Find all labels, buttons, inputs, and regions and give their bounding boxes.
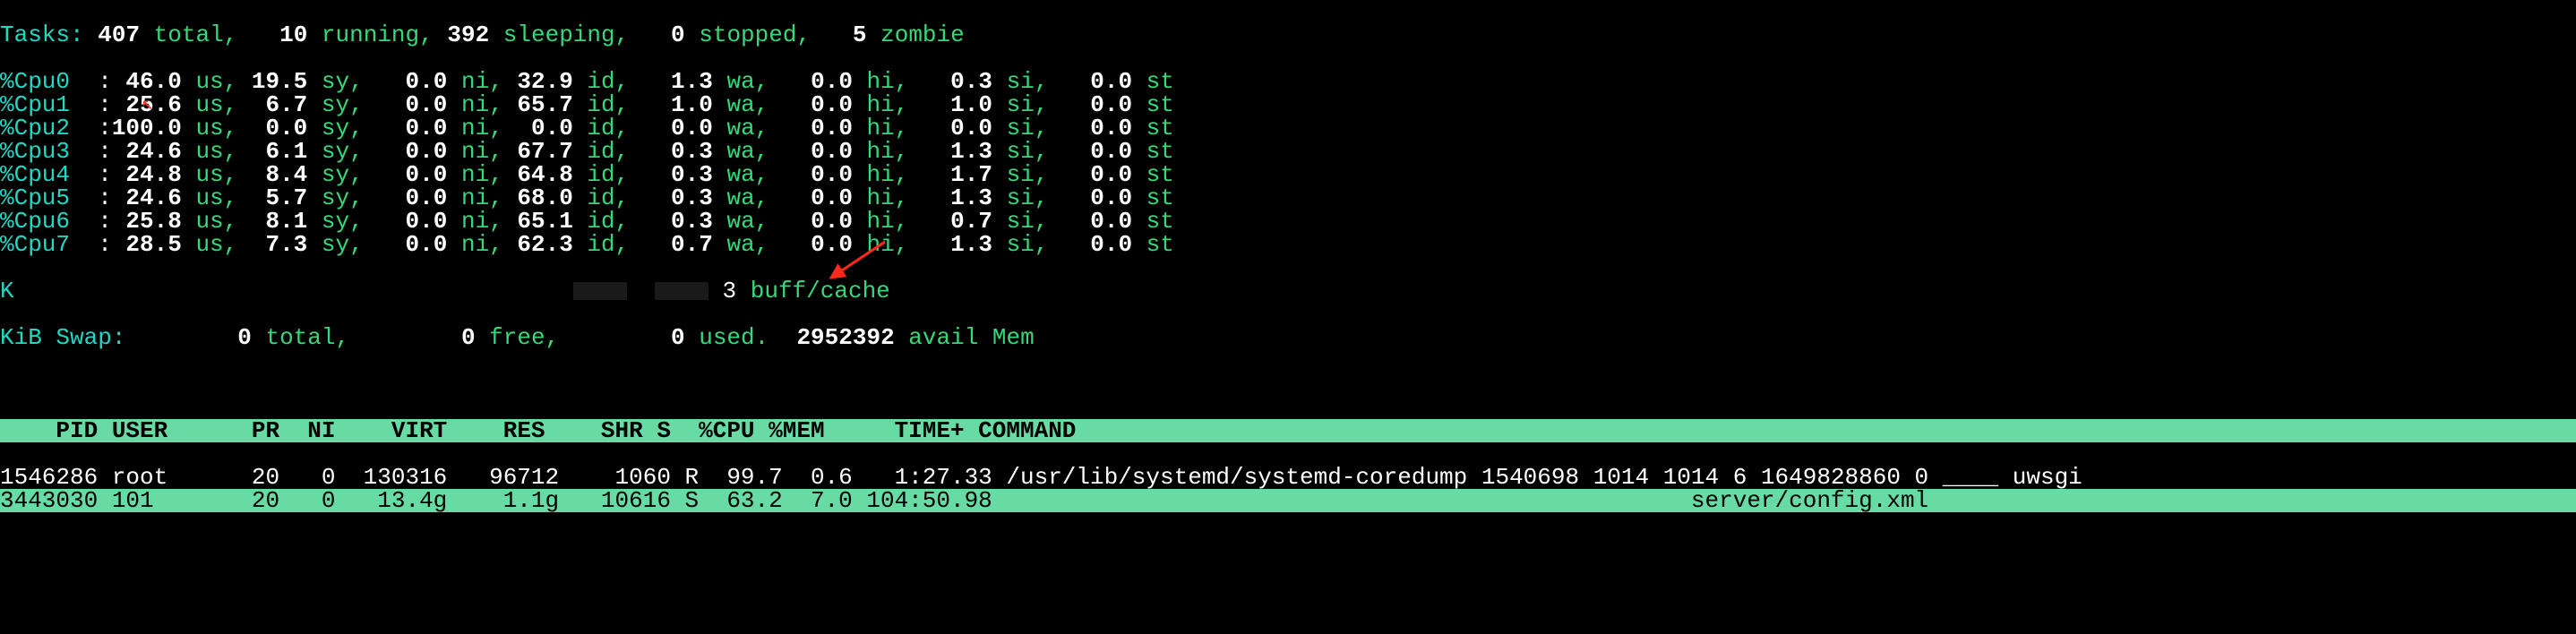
swap-line: KiB Swap: 0 total, 0 free, 0 used. 29523… (0, 326, 2576, 349)
mem-line-truncated: K 3 buff/cache (0, 279, 2576, 303)
cpu-line: %Cpu1 : 25.6 us, 6.7 sy, 0.0 ni, 65.7 id… (0, 93, 2576, 116)
cpu-line: %Cpu2 :100.0 us, 0.0 sy, 0.0 ni, 0.0 id,… (0, 116, 2576, 140)
blank-line (0, 373, 2576, 396)
process-row[interactable]: 3443030 101 20 0 13.4g 1.1g 10616 S 63.2… (0, 489, 2576, 512)
process-header: PID USER PR NI VIRT RES SHR S %CPU %MEM … (0, 419, 2576, 442)
cpu-line: %Cpu7 : 28.5 us, 7.3 sy, 0.0 ni, 62.3 id… (0, 233, 2576, 256)
cpu-line: %Cpu0 : 46.0 us, 19.5 sy, 0.0 ni, 32.9 i… (0, 70, 2576, 93)
cpu-line: %Cpu3 : 24.6 us, 6.1 sy, 0.0 ni, 67.7 id… (0, 140, 2576, 163)
process-row[interactable]: 1546286 root 20 0 130316 96712 1060 R 99… (0, 466, 2576, 489)
tasks-line: Tasks: 407 total, 10 running, 392 sleepi… (0, 23, 2576, 47)
terminal-output: Tasks: 407 total, 10 running, 392 sleepi… (0, 0, 2576, 535)
redacted-block (573, 282, 627, 300)
cpu-line: %Cpu5 : 24.6 us, 5.7 sy, 0.0 ni, 68.0 id… (0, 186, 2576, 210)
tasks-label: Tasks: (0, 21, 84, 48)
cpu-line: %Cpu6 : 25.8 us, 8.1 sy, 0.0 ni, 65.1 id… (0, 210, 2576, 233)
redacted-block (655, 282, 708, 300)
cpu-line: %Cpu4 : 24.8 us, 8.4 sy, 0.0 ni, 64.8 id… (0, 163, 2576, 186)
